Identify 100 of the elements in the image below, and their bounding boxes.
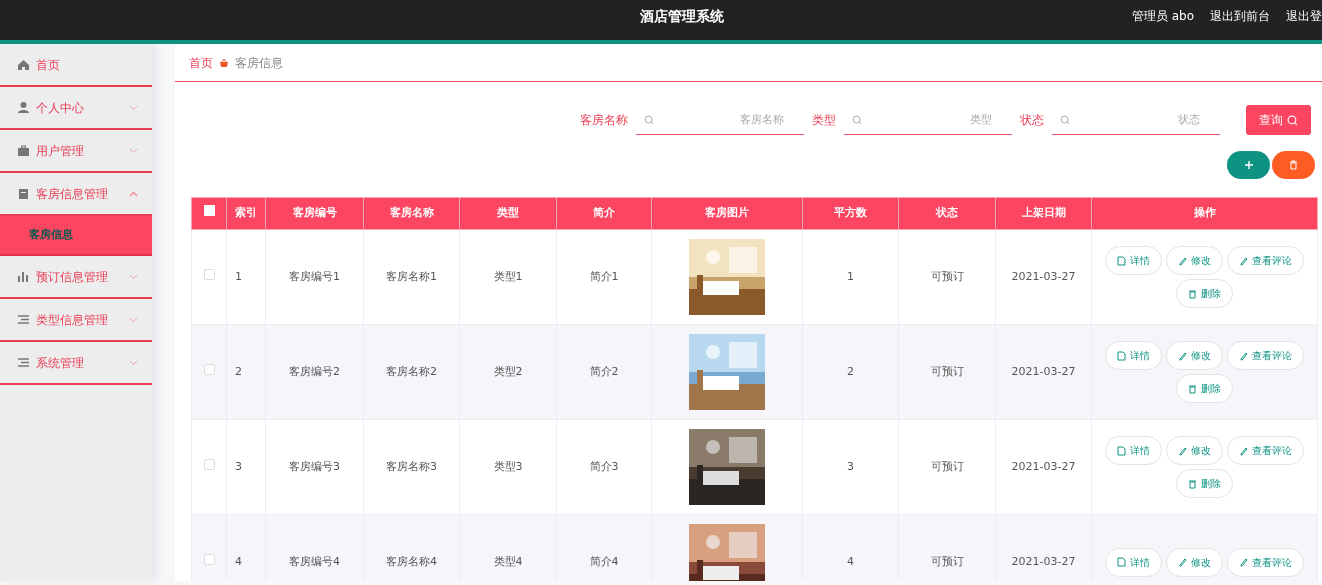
row-checkbox[interactable]	[203, 268, 215, 280]
app-title: 酒店管理系统	[640, 7, 724, 26]
action-button[interactable]: 修改	[1166, 547, 1223, 577]
pencil-icon	[1239, 350, 1248, 361]
table-cell: 2021-03-27	[995, 324, 1092, 420]
clipboard-icon	[17, 187, 30, 200]
field-label: 状态	[1020, 112, 1045, 129]
header-link[interactable]: 退出登	[1286, 7, 1322, 25]
index-cell: 2	[226, 324, 266, 420]
trash-icon	[1188, 478, 1197, 489]
table-cell: 4	[802, 514, 899, 581]
table-cell: 简介4	[556, 514, 652, 581]
list-icon	[17, 313, 30, 326]
table-cell: 简介3	[556, 419, 652, 515]
delete-button[interactable]	[1272, 151, 1315, 179]
sidebar-item[interactable]: 类型信息管理	[0, 299, 152, 342]
table-cell: 客房编号1	[265, 229, 364, 325]
action-button[interactable]: 修改	[1166, 246, 1223, 275]
document-icon	[1117, 445, 1126, 456]
action-button[interactable]: 详情	[1105, 547, 1162, 577]
sidebar-item[interactable]: 个人中心	[0, 87, 152, 130]
query-button[interactable]: 查询	[1246, 105, 1311, 135]
action-button[interactable]: 查看评论	[1227, 341, 1304, 370]
search-icon	[1060, 115, 1071, 125]
home-icon	[17, 58, 30, 71]
table-cell: 客房名称1	[363, 229, 460, 325]
document-icon	[1117, 350, 1126, 361]
pencil-icon	[1178, 557, 1187, 567]
table-cell: 客房编号4	[265, 514, 364, 581]
briefcase-icon	[17, 144, 30, 157]
action-button[interactable]: 删除	[1176, 469, 1233, 498]
table-cell: 2021-03-27	[995, 514, 1092, 581]
action-button[interactable]: 查看评论	[1227, 547, 1304, 577]
action-button[interactable]: 查看评论	[1227, 436, 1304, 465]
table-cell: 类型4	[459, 514, 557, 581]
action-button[interactable]: 修改	[1166, 341, 1223, 370]
action-button[interactable]: 删除	[1176, 279, 1233, 308]
search-icon	[852, 115, 863, 125]
table-cell: 客房名称4	[363, 514, 460, 581]
action-button[interactable]: 修改	[1166, 436, 1223, 465]
plus-icon	[1243, 160, 1254, 170]
pencil-icon	[1239, 445, 1248, 456]
table-cell: 可预订	[898, 419, 996, 515]
action-button[interactable]: 详情	[1105, 436, 1162, 465]
search-field[interactable]: 客房名称	[636, 105, 805, 135]
row-checkbox[interactable]	[203, 553, 215, 565]
search-icon	[644, 115, 655, 125]
table-cell: 类型1	[459, 229, 557, 325]
row-checkbox[interactable]	[203, 458, 215, 470]
action-button[interactable]: 详情	[1105, 246, 1162, 275]
sidebar-item[interactable]: 首页	[0, 44, 152, 87]
bar-chart-icon	[17, 270, 30, 283]
table-cell: 3	[802, 419, 899, 515]
action-button[interactable]: 查看评论	[1227, 246, 1304, 275]
breadcrumb-link[interactable]: 首页	[189, 53, 213, 72]
index-cell: 1	[226, 229, 266, 325]
search-field[interactable]: 类型	[844, 105, 1013, 135]
sidebar-item[interactable]: 用户管理	[0, 130, 152, 173]
add-button[interactable]	[1227, 151, 1270, 179]
table-cell: 类型3	[459, 419, 557, 515]
column-header: 客房图片	[651, 197, 803, 230]
column-header: 上架日期	[995, 197, 1092, 230]
column-header: 简介	[556, 197, 652, 230]
table-cell: 可预订	[898, 229, 996, 325]
list-icon	[17, 356, 30, 369]
submenu-item[interactable]: 客房信息	[0, 216, 152, 256]
table-cell: 客房编号3	[265, 419, 364, 515]
column-header: 类型	[459, 197, 557, 230]
column-header: 状态	[898, 197, 996, 230]
trash-icon	[1289, 160, 1298, 170]
trash-icon	[1188, 288, 1197, 299]
column-header: 客房名称	[363, 197, 460, 230]
table-cell: 2	[802, 324, 899, 420]
index-cell: 4	[226, 514, 266, 581]
header-link[interactable]: 退出到前台	[1210, 7, 1270, 25]
table-cell: 客房编号2	[265, 324, 364, 420]
table-cell: 可预订	[898, 324, 996, 420]
sidebar-item[interactable]: 系统管理	[0, 342, 152, 385]
table-cell: 客房名称2	[363, 324, 460, 420]
action-button[interactable]: 删除	[1176, 374, 1233, 403]
table-cell: 客房名称3	[363, 419, 460, 515]
document-icon	[1117, 255, 1126, 266]
column-header: 客房编号	[265, 197, 364, 230]
table-cell: 可预订	[898, 514, 996, 581]
pencil-icon	[1178, 445, 1187, 456]
table-cell: 简介2	[556, 324, 652, 420]
row-checkbox[interactable]	[203, 363, 215, 375]
field-label: 客房名称	[580, 112, 629, 129]
action-button[interactable]: 详情	[1105, 341, 1162, 370]
header-link[interactable]: 管理员 abo	[1131, 7, 1194, 25]
search-field[interactable]: 状态	[1052, 105, 1221, 135]
field-label: 类型	[812, 112, 837, 129]
pencil-icon	[1178, 255, 1187, 266]
sidebar-item[interactable]: 预订信息管理	[0, 256, 152, 299]
user-icon	[17, 101, 30, 114]
table-cell: 类型2	[459, 324, 557, 420]
column-header: 索引	[226, 197, 266, 230]
table-cell: 2021-03-27	[995, 229, 1092, 325]
select-all-checkbox[interactable]	[203, 205, 215, 217]
column-header: 操作	[1091, 197, 1318, 230]
